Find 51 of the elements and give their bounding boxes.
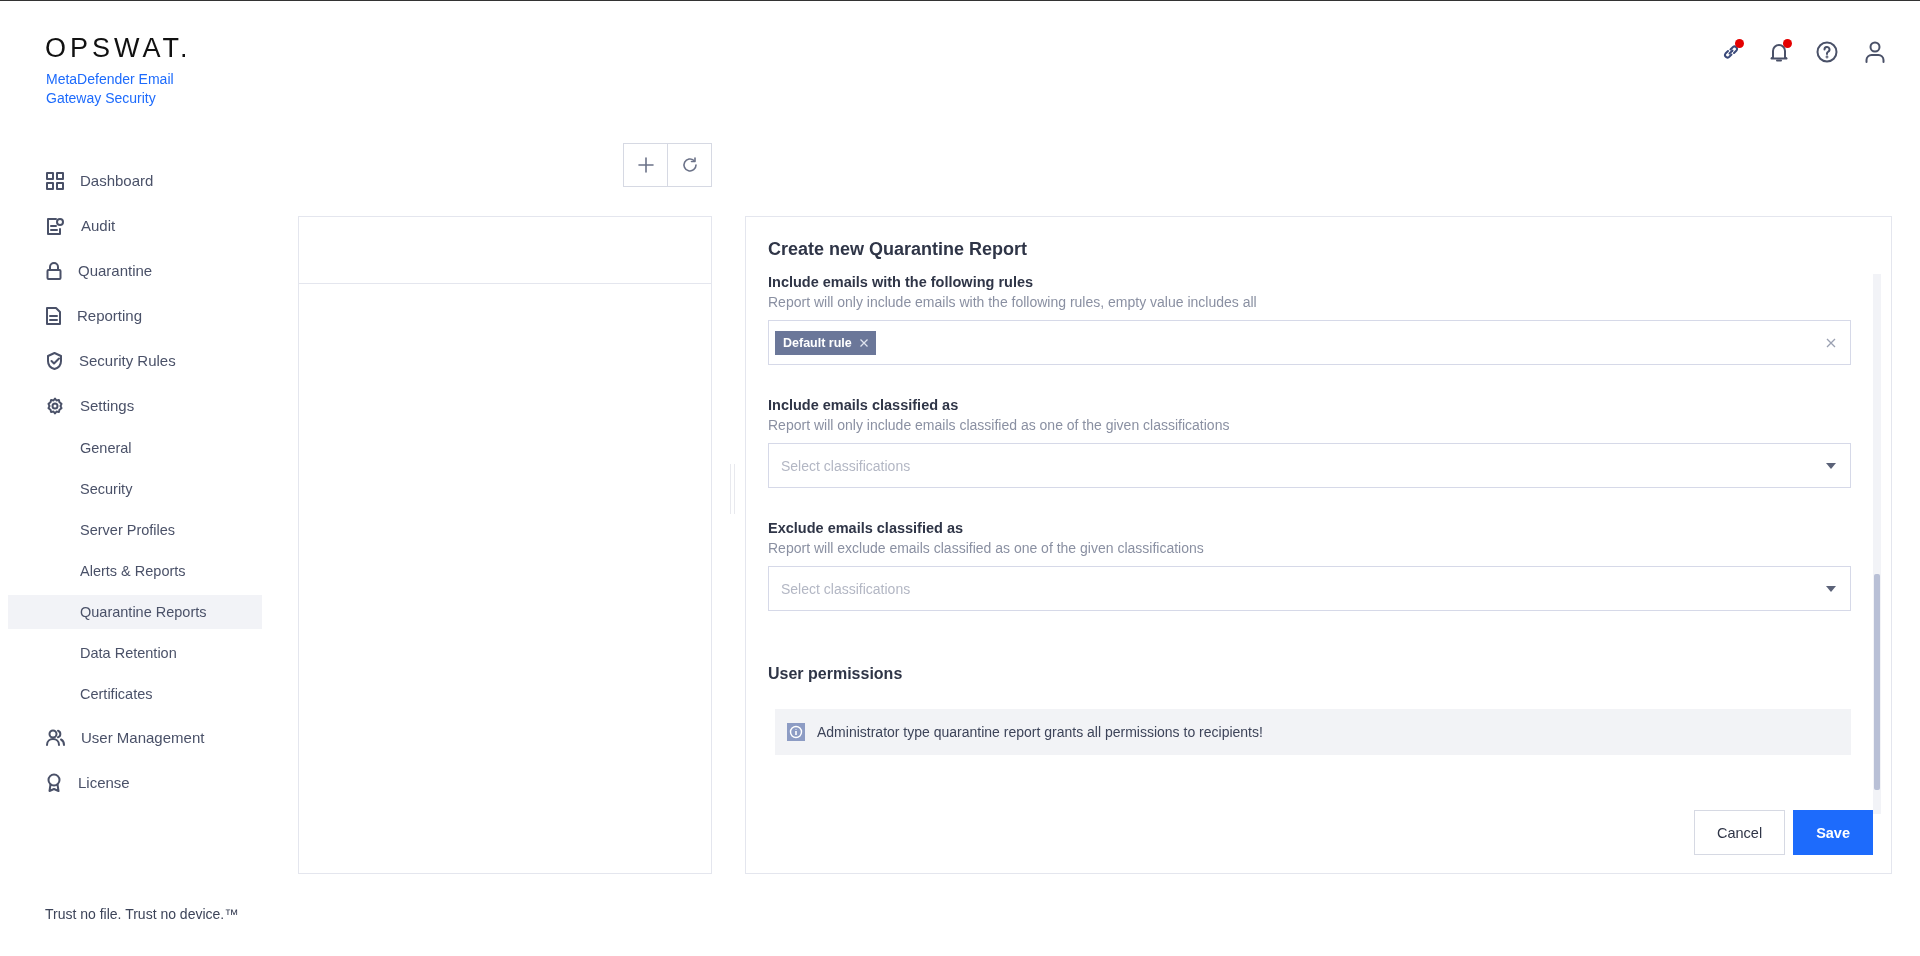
sidebar-subitem[interactable]: General [8,431,262,465]
form-title: Create new Quarantine Report [767,238,1029,261]
caret-icon [1826,585,1836,592]
document-icon [46,306,61,325]
rule-tag: Default rule [775,330,876,355]
sidebar-item[interactable]: Audit [8,203,262,248]
sidebar-item[interactable]: Security Rules [8,338,262,383]
document-search-icon [46,216,65,235]
scrollbar-thumb[interactable] [1874,574,1880,790]
notification-dot [1783,39,1792,48]
settings-icon [46,396,64,415]
caret-icon [1826,462,1836,469]
shield-check-icon [46,351,63,370]
field-label: Exclude emails classified as [768,520,965,536]
notification-dot [1735,39,1744,48]
cancel-button[interactable]: Cancel [1694,810,1786,855]
logo: OPSWAT. [45,33,193,64]
product-name: MetaDefender Email Gateway Security [46,70,175,108]
field-label: Include emails with the following rules [768,274,1035,290]
users-icon [46,729,65,746]
field-label: Include emails classified as [768,397,960,413]
section-title: User permissions [768,665,904,683]
plus-icon [637,157,654,173]
tagline: Trust no file. Trust no device.™ [45,906,240,922]
sidebar-item[interactable]: Quarantine [8,248,262,293]
sidebar-subitem[interactable]: Alerts & Reports [8,554,262,588]
rules-field[interactable]: Default rule [768,320,1851,365]
sidebar-item[interactable]: Dashboard [8,158,262,203]
sidebar-item[interactable]: Settings [8,383,262,428]
sidebar-subitem[interactable]: Quarantine Reports [8,595,262,629]
field-hint: Report will only include emails with the following rules, empty value includes all [768,294,1258,310]
sidebar-subitem[interactable]: Certificates [8,677,262,711]
clear-icon[interactable] [1826,337,1836,348]
info-text: Administrator type quarantine report grants all permissions to recipients! [817,724,1263,740]
field-hint: Report will only include emails classified as one of the given classifications [768,417,1231,433]
refresh-icon [681,157,698,173]
save-button[interactable]: Save [1793,810,1873,855]
lock-icon [46,261,62,280]
sidebar-item[interactable]: Reporting [8,293,262,338]
refresh-button[interactable] [667,143,712,187]
sidebar-item[interactable]: User Management [8,715,262,760]
sidebar-subitem[interactable]: Data Retention [8,636,262,670]
add-button[interactable] [623,143,668,187]
grid-icon [46,171,64,190]
sidebar-subitem[interactable]: Security [8,472,262,506]
sidebar-item[interactable]: License [8,760,262,805]
sidebar-subitem[interactable]: Server Profiles [8,513,262,547]
remove-tag-icon[interactable] [859,338,868,347]
field-hint: Report will exclude emails classified as one of the given classifications [768,540,1205,556]
award-icon [46,773,62,792]
info-icon [787,723,805,741]
